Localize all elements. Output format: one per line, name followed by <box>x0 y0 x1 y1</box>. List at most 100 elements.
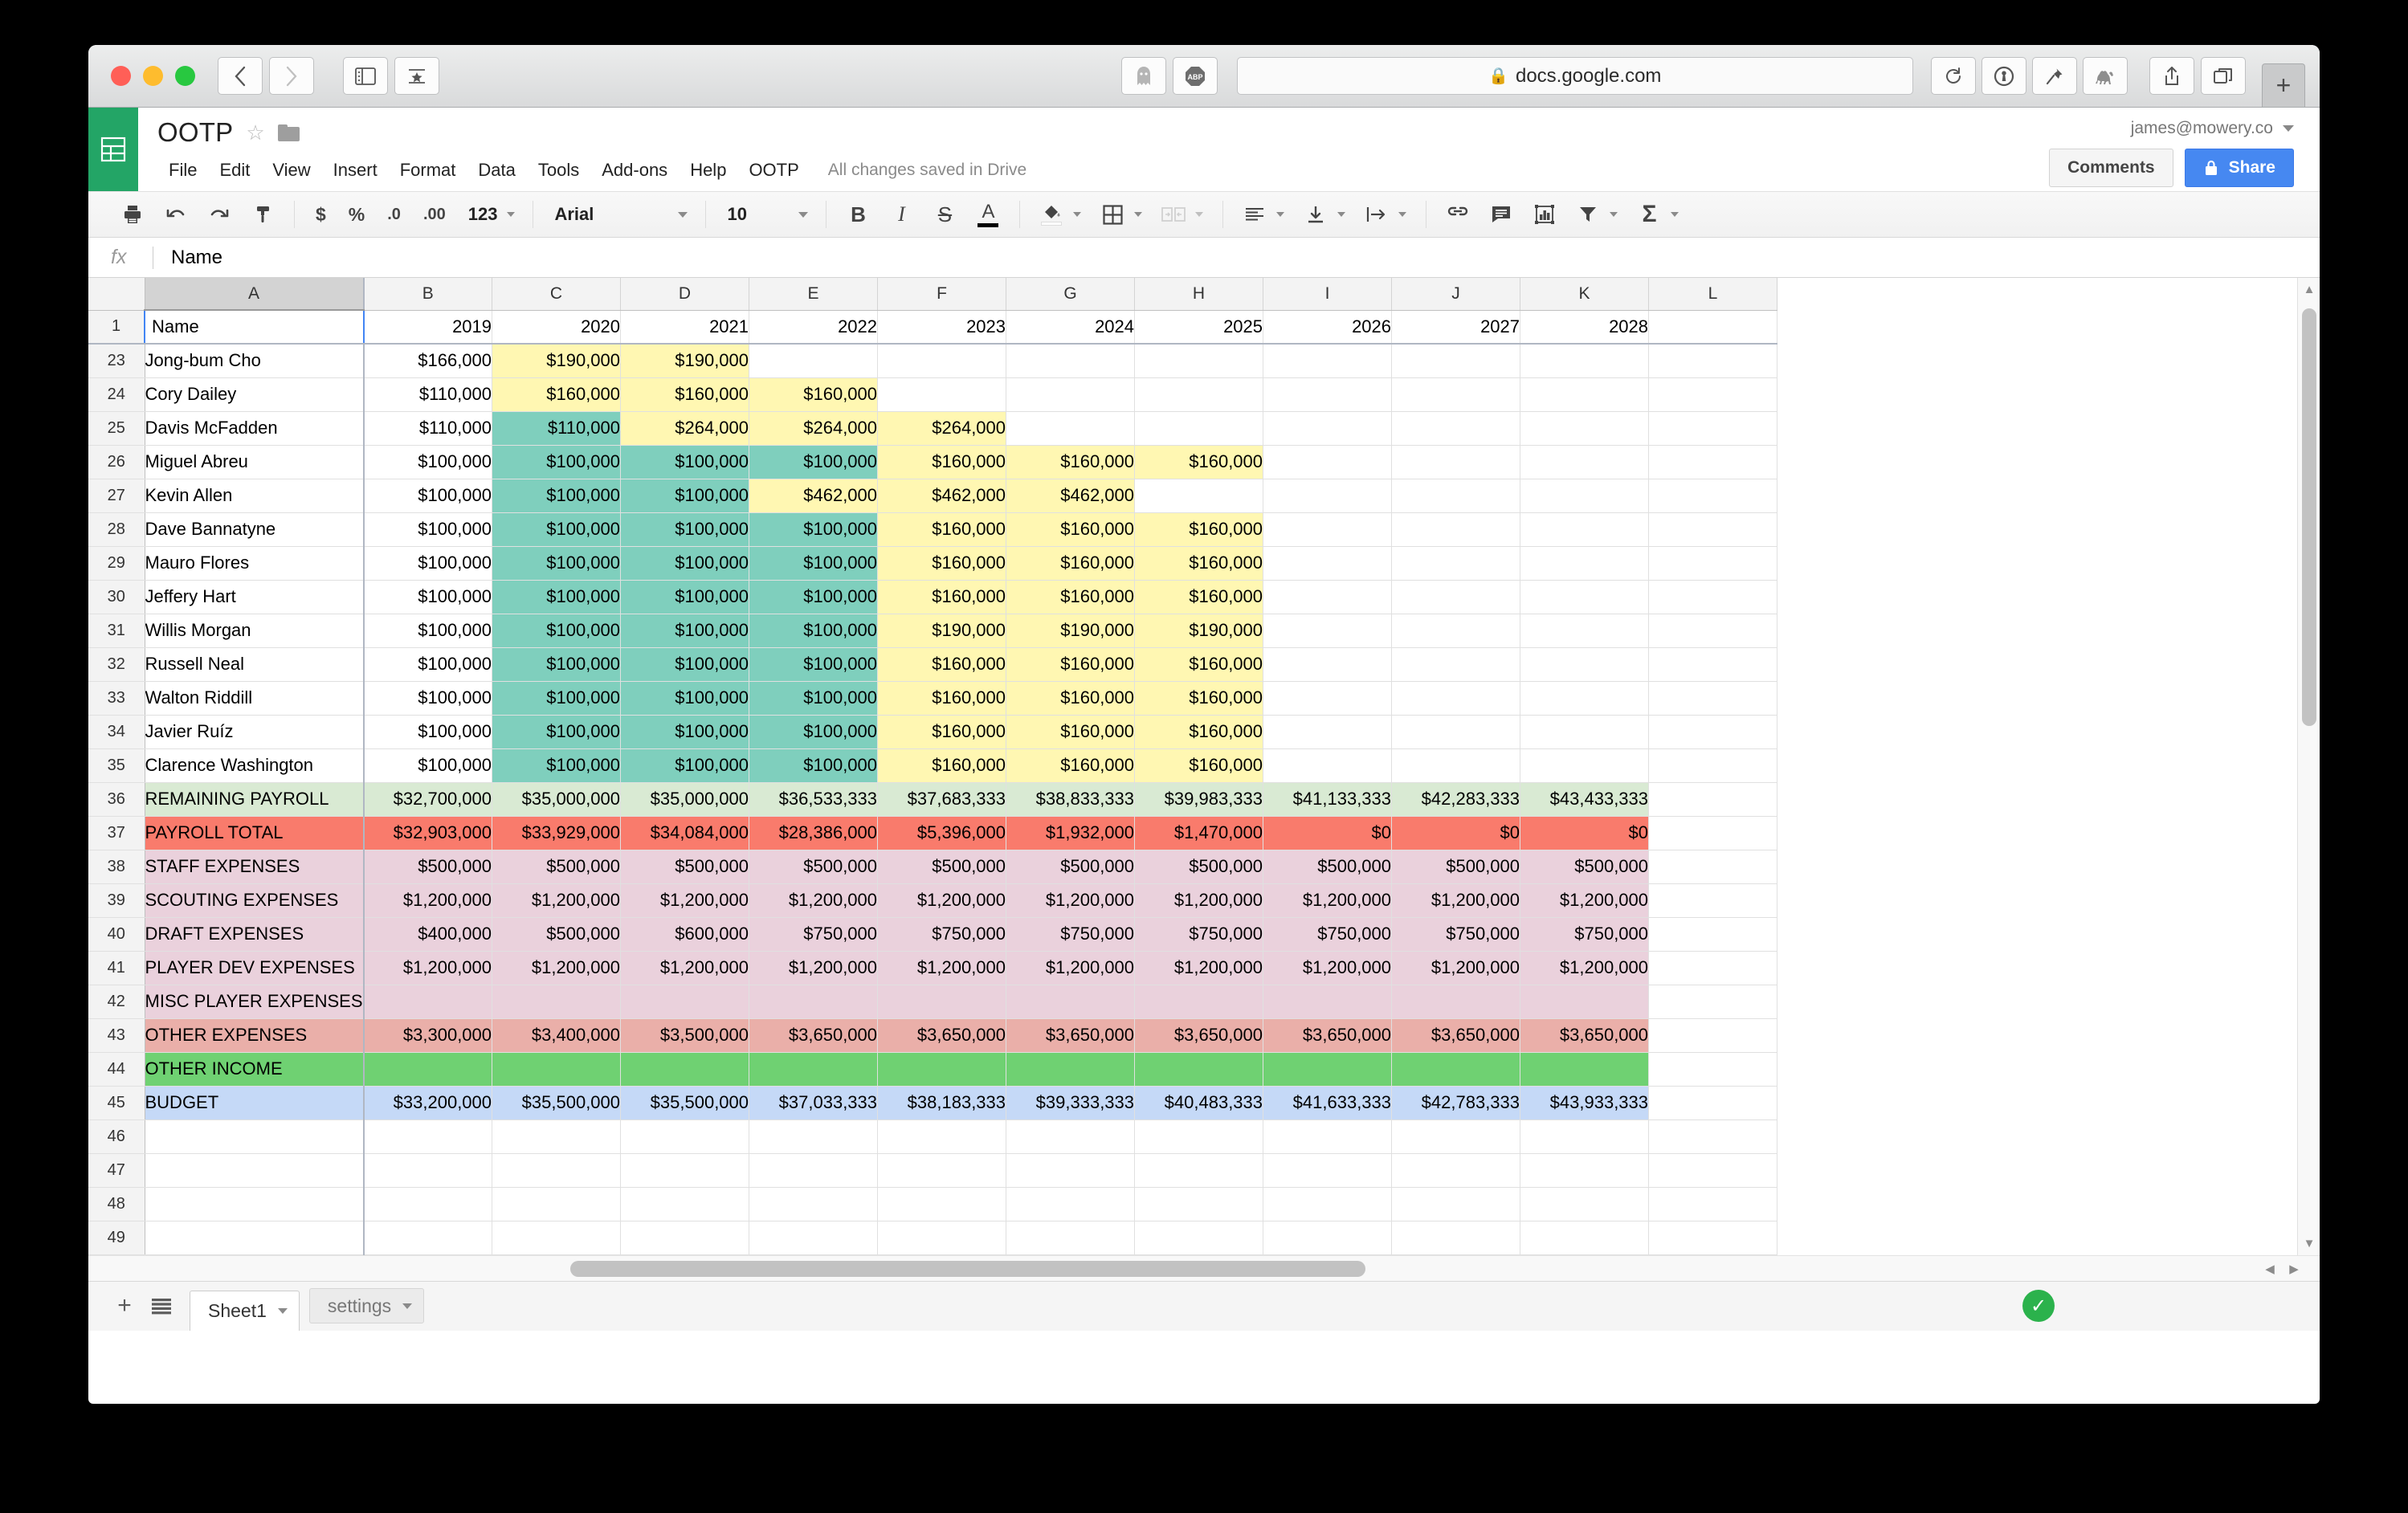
insert-chart-icon[interactable] <box>1527 197 1562 232</box>
table-cell[interactable]: $100,000 <box>492 512 622 547</box>
table-cell-name[interactable]: OTHER EXPENSES <box>145 1018 365 1053</box>
row-header[interactable]: 25 <box>88 411 145 446</box>
column-header-a[interactable]: A <box>145 278 365 311</box>
table-cell[interactable]: $33,200,000 <box>363 1086 493 1120</box>
select-all-corner[interactable] <box>88 278 145 311</box>
column-header-g[interactable]: G <box>1006 278 1136 311</box>
table-cell[interactable] <box>1134 344 1264 378</box>
table-cell[interactable] <box>1263 1221 1393 1255</box>
table-cell-name[interactable]: MISC PLAYER EXPENSES <box>145 985 365 1019</box>
table-cell[interactable] <box>1134 1153 1264 1188</box>
table-cell[interactable]: $1,200,000 <box>363 951 493 985</box>
table-cell[interactable]: $264,000 <box>620 411 750 446</box>
close-window-button[interactable] <box>111 66 131 86</box>
table-cell-name[interactable]: PAYROLL TOTAL <box>145 816 365 850</box>
table-cell[interactable]: $3,650,000 <box>1263 1018 1393 1053</box>
table-cell[interactable] <box>1648 1153 1778 1188</box>
table-cell[interactable]: $100,000 <box>620 445 750 479</box>
decrease-decimal-button[interactable]: .0 <box>380 197 408 232</box>
scroll-left-arrow-icon[interactable]: ◀ <box>2260 1259 2279 1279</box>
table-cell[interactable] <box>1648 1018 1778 1053</box>
table-cell[interactable] <box>749 985 879 1019</box>
all-sheets-list-icon[interactable] <box>143 1287 180 1324</box>
table-cell[interactable] <box>1520 1153 1650 1188</box>
table-cell[interactable]: 2022 <box>749 310 879 345</box>
table-cell[interactable]: $500,000 <box>1134 850 1264 884</box>
chevron-down-icon[interactable] <box>1073 212 1082 217</box>
table-cell[interactable] <box>1006 1187 1136 1221</box>
table-cell[interactable]: $190,000 <box>492 344 622 378</box>
pushpin-icon[interactable] <box>2032 57 2077 95</box>
table-cell[interactable] <box>492 1221 622 1255</box>
table-cell[interactable]: $1,200,000 <box>749 883 879 918</box>
table-cell-name[interactable] <box>145 1119 365 1154</box>
table-cell[interactable] <box>1648 715 1778 749</box>
table-cell[interactable] <box>1391 715 1521 749</box>
table-cell[interactable] <box>749 344 879 378</box>
table-cell-name[interactable]: Russell Neal <box>145 647 365 682</box>
table-cell[interactable] <box>1263 546 1393 581</box>
table-cell[interactable]: $100,000 <box>363 479 493 513</box>
table-cell[interactable]: $160,000 <box>1134 580 1264 614</box>
table-cell[interactable] <box>1520 377 1650 412</box>
table-cell[interactable] <box>1263 479 1393 513</box>
table-cell[interactable]: $750,000 <box>749 917 879 952</box>
table-cell-name[interactable]: REMAINING PAYROLL <box>145 782 365 817</box>
table-cell[interactable]: $500,000 <box>877 850 1007 884</box>
table-cell[interactable]: 2019 <box>362 310 493 345</box>
table-cell[interactable]: $100,000 <box>620 580 750 614</box>
print-icon[interactable] <box>115 197 150 232</box>
table-cell[interactable] <box>1520 1052 1650 1087</box>
table-cell[interactable]: $3,500,000 <box>620 1018 750 1053</box>
table-cell[interactable] <box>1391 1187 1521 1221</box>
table-cell[interactable]: $100,000 <box>749 512 879 547</box>
table-cell[interactable]: $1,200,000 <box>1006 951 1136 985</box>
table-cell[interactable] <box>1648 512 1778 547</box>
table-cell[interactable] <box>1391 1119 1521 1154</box>
table-cell[interactable] <box>1263 647 1393 682</box>
row-header[interactable]: 24 <box>88 377 145 412</box>
table-cell[interactable] <box>1134 377 1264 412</box>
table-cell[interactable]: $160,000 <box>877 715 1007 749</box>
table-cell[interactable]: $100,000 <box>363 681 493 716</box>
table-cell-name[interactable]: Jeffery Hart <box>145 580 365 614</box>
table-cell[interactable] <box>363 985 493 1019</box>
table-cell[interactable] <box>877 1153 1007 1188</box>
table-cell[interactable]: $600,000 <box>620 917 750 952</box>
table-cell[interactable]: $100,000 <box>363 647 493 682</box>
table-cell[interactable]: $500,000 <box>492 850 622 884</box>
row-header[interactable]: 27 <box>88 479 145 513</box>
table-cell[interactable] <box>1520 1119 1650 1154</box>
table-cell[interactable]: $37,033,333 <box>749 1086 879 1120</box>
table-cell[interactable]: $500,000 <box>749 850 879 884</box>
table-cell[interactable]: $462,000 <box>877 479 1007 513</box>
table-cell[interactable]: $750,000 <box>1134 917 1264 952</box>
table-cell[interactable] <box>1520 647 1650 682</box>
table-cell[interactable] <box>620 1119 750 1154</box>
table-cell[interactable]: $110,000 <box>363 411 493 446</box>
fill-color-icon[interactable] <box>1034 197 1069 232</box>
scroll-up-arrow-icon[interactable]: ▲ <box>2300 279 2319 299</box>
table-cell[interactable]: $190,000 <box>620 344 750 378</box>
table-cell[interactable] <box>1391 647 1521 682</box>
table-cell[interactable]: $100,000 <box>363 445 493 479</box>
table-cell[interactable]: $1,200,000 <box>1391 951 1521 985</box>
font-size-dropdown[interactable]: 10 <box>716 197 816 232</box>
table-cell[interactable]: $28,386,000 <box>749 816 879 850</box>
table-cell[interactable] <box>1391 580 1521 614</box>
table-cell[interactable] <box>1006 985 1136 1019</box>
table-cell[interactable] <box>877 1052 1007 1087</box>
table-cell[interactable] <box>1648 344 1778 378</box>
row-header[interactable]: 37 <box>88 816 145 850</box>
scroll-right-arrow-icon[interactable]: ▶ <box>2284 1259 2304 1279</box>
table-cell-name[interactable]: Jong-bum Cho <box>145 344 365 378</box>
row-header[interactable]: 29 <box>88 546 145 581</box>
cell-a1-selected[interactable]: Name <box>144 309 365 345</box>
table-cell-name[interactable]: SCOUTING EXPENSES <box>145 883 365 918</box>
table-cell-name[interactable]: Mauro Flores <box>145 546 365 581</box>
table-cell[interactable] <box>749 1221 879 1255</box>
table-cell[interactable] <box>1648 411 1778 446</box>
table-cell[interactable]: $3,650,000 <box>1520 1018 1650 1053</box>
table-cell[interactable] <box>1391 985 1521 1019</box>
table-cell[interactable]: $100,000 <box>749 445 879 479</box>
